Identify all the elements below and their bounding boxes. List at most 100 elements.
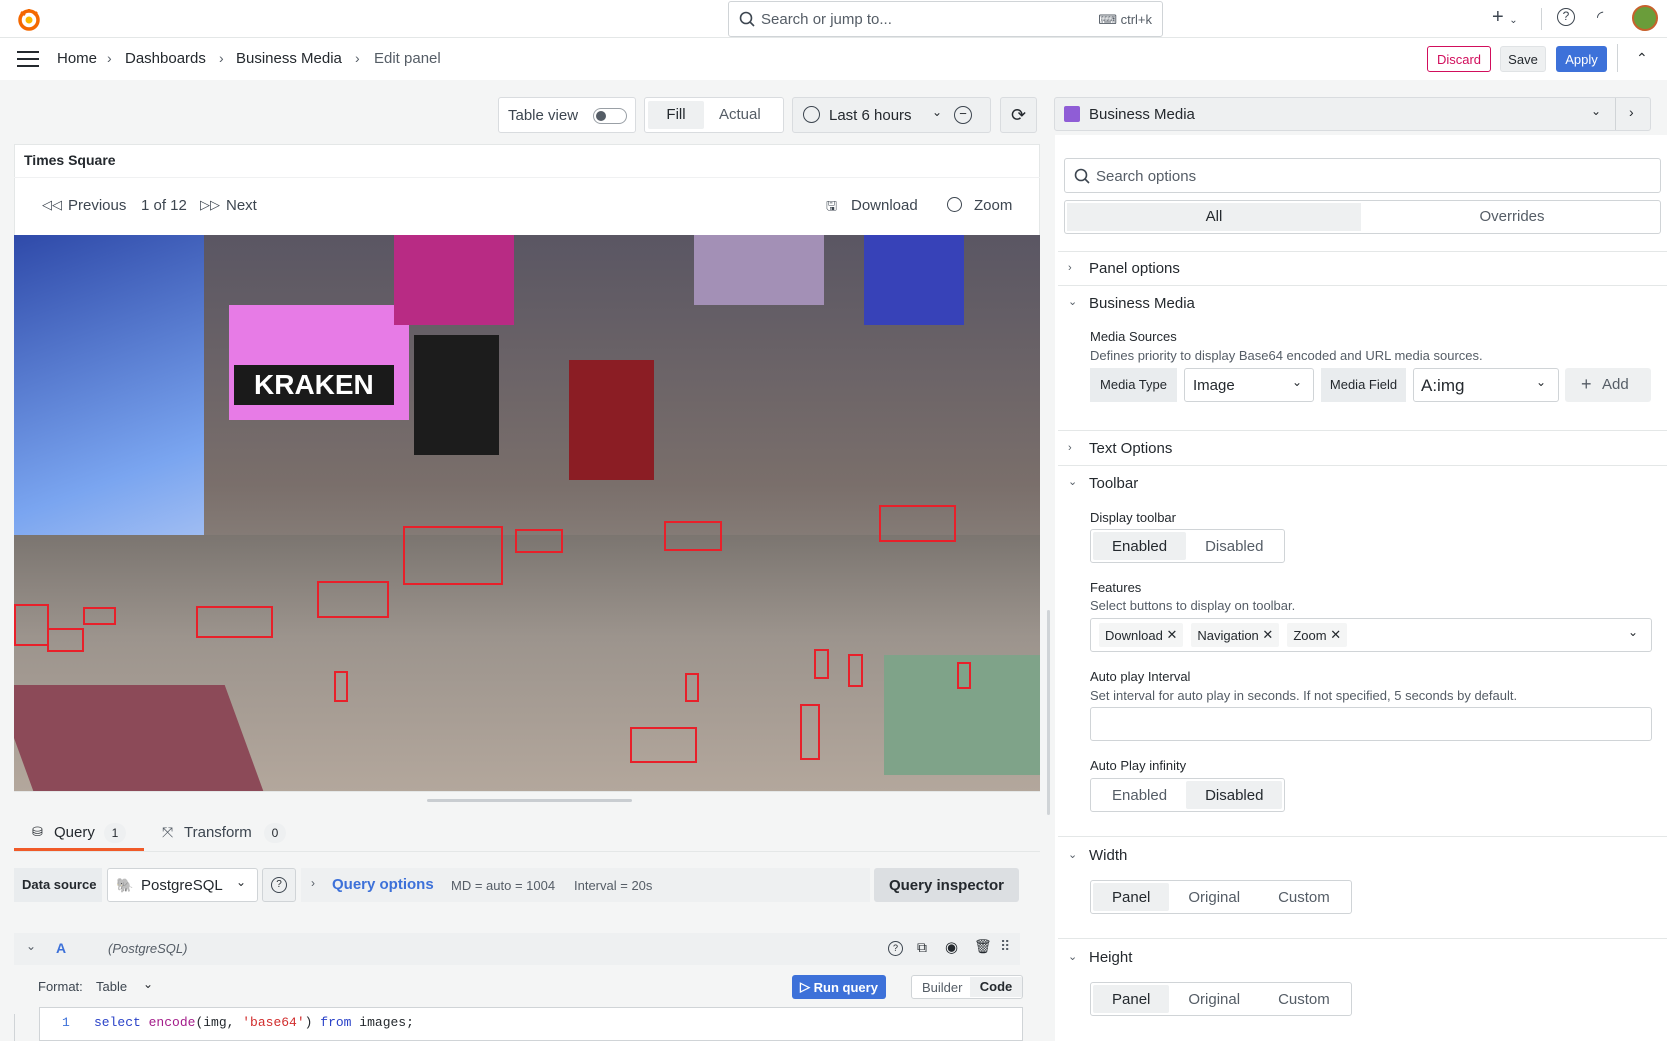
all-option[interactable]: All: [1067, 203, 1361, 231]
chevron-down-icon: ⌄: [1068, 849, 1078, 861]
width-panel[interactable]: Panel: [1093, 883, 1170, 911]
chevron-right-icon: ›: [1068, 442, 1072, 454]
breadcrumb-business-media[interactable]: Business Media: [236, 50, 342, 67]
eye-icon[interactable]: ◉: [945, 938, 958, 956]
remove-icon[interactable]: ✕: [1262, 627, 1273, 643]
discard-button[interactable]: Discard: [1427, 46, 1491, 72]
auto-play-interval-input[interactable]: [1090, 707, 1652, 741]
trash-icon[interactable]: 🗑: [974, 938, 992, 955]
resize-handle[interactable]: [427, 799, 632, 802]
display-toolbar-label: Display toolbar: [1090, 510, 1176, 525]
section-panel-options[interactable]: Panel options: [1089, 260, 1180, 277]
overrides-option[interactable]: Overrides: [1365, 203, 1659, 231]
tab-query[interactable]: ⛁ Query 1: [14, 815, 144, 851]
height-custom[interactable]: Custom: [1259, 985, 1349, 1013]
section-toolbar[interactable]: Toolbar: [1089, 475, 1138, 492]
run-query-button[interactable]: ▷ Run query: [792, 975, 886, 999]
code-option[interactable]: Code: [970, 977, 1022, 997]
add-label: Add: [1602, 376, 1629, 393]
detection-box: [317, 581, 389, 618]
remove-icon[interactable]: ✕: [1330, 627, 1341, 643]
auto-play-infinity-disabled[interactable]: Disabled: [1186, 781, 1283, 809]
sql-code: select encode(img, 'base64') from images…: [94, 1015, 414, 1030]
height-original[interactable]: Original: [1169, 985, 1259, 1013]
time-range-picker[interactable]: Last 6 hours ⌄ −: [792, 97, 991, 133]
add-new-icon[interactable]: + ⌄: [1492, 6, 1518, 29]
chevron-right-icon: ›: [1068, 262, 1072, 274]
section-text-options[interactable]: Text Options: [1089, 440, 1172, 457]
data-source-label: Data source: [14, 868, 102, 902]
code-editor[interactable]: 1 select encode(img, 'base64') from imag…: [39, 1007, 1023, 1041]
data-source-picker[interactable]: 🐘 PostgreSQL ⌄: [107, 868, 258, 902]
refresh-icon[interactable]: ⟳: [1000, 97, 1037, 133]
global-search-input[interactable]: Search or jump to... ⌨ ctrl+k: [728, 1, 1163, 37]
query-options-bar[interactable]: › Query options MD = auto = 1004 Interva…: [301, 868, 870, 902]
vertical-resize-handle[interactable]: [1047, 610, 1050, 815]
actual-option[interactable]: Actual: [719, 101, 761, 129]
avatar[interactable]: [1632, 5, 1658, 31]
shortcut-hint: ⌨ ctrl+k: [1098, 12, 1152, 27]
width-original[interactable]: Original: [1169, 883, 1259, 911]
table-view-toggle[interactable]: Table view: [498, 97, 636, 133]
tab-transform[interactable]: ⤧ Transform 0: [158, 815, 298, 851]
remove-icon[interactable]: ✕: [1166, 627, 1177, 643]
query-letter[interactable]: A: [56, 940, 66, 956]
detection-box: [14, 604, 49, 646]
zoom-button[interactable]: Zoom: [974, 197, 1012, 214]
toggle-switch[interactable]: [593, 108, 627, 124]
help-icon[interactable]: ?: [888, 941, 903, 956]
help-button[interactable]: ?: [262, 868, 296, 902]
duplicate-icon[interactable]: ⧉: [917, 939, 927, 956]
billboard-kraken: KRAKEN: [234, 365, 394, 405]
section-height[interactable]: Height: [1089, 949, 1132, 966]
fill-option[interactable]: Fill: [648, 101, 704, 129]
breadcrumb-sep-icon: ›: [219, 50, 224, 66]
features-desc: Select buttons to display on toolbar.: [1090, 598, 1296, 613]
detection-box: [800, 704, 820, 760]
download-icon: 🖫: [826, 198, 838, 213]
media-image[interactable]: KRAKEN: [14, 235, 1040, 791]
tab-query-count: 1: [104, 823, 126, 843]
drag-handle-icon[interactable]: ⠿: [1000, 938, 1010, 955]
breadcrumb-home[interactable]: Home: [57, 50, 97, 67]
help-icon[interactable]: ?: [1557, 8, 1575, 26]
section-business-media[interactable]: Business Media: [1089, 295, 1195, 312]
grafana-logo-icon[interactable]: [16, 6, 42, 32]
detection-box: [848, 654, 863, 687]
news-feed-icon[interactable]: ◜: [1597, 7, 1603, 27]
billboard-red: [569, 360, 654, 480]
width-radio: Panel Original Custom: [1090, 880, 1352, 914]
red-steps: [14, 685, 264, 791]
auto-play-label: Auto play Interval: [1090, 669, 1191, 684]
chevron-right-icon[interactable]: ›: [1629, 104, 1634, 120]
features-multiselect[interactable]: Download ✕ Navigation ✕ Zoom ✕ ⌄: [1090, 618, 1652, 652]
apply-button[interactable]: Apply: [1556, 46, 1607, 72]
collapse-up-icon[interactable]: ⌃: [1636, 50, 1648, 67]
height-panel[interactable]: Panel: [1093, 985, 1170, 1013]
next-button[interactable]: Next: [226, 197, 257, 214]
visualization-picker[interactable]: Business Media ⌄ ›: [1054, 97, 1651, 131]
format-select[interactable]: Table: [96, 979, 127, 994]
query-inspector-button[interactable]: Query inspector: [874, 868, 1019, 902]
zoom-out-icon[interactable]: −: [954, 106, 972, 124]
collapse-icon[interactable]: ⌄: [26, 939, 36, 953]
download-button[interactable]: Download: [851, 197, 918, 214]
width-custom[interactable]: Custom: [1259, 883, 1349, 911]
previous-button[interactable]: Previous: [68, 197, 126, 214]
display-toolbar-enabled[interactable]: Enabled: [1093, 532, 1187, 560]
detection-box: [879, 505, 956, 542]
query-options-toggle[interactable]: Query options: [332, 876, 434, 893]
media-type-select[interactable]: Image ⌄: [1184, 368, 1314, 402]
add-media-button[interactable]: + Add: [1565, 368, 1651, 402]
save-button[interactable]: Save: [1500, 46, 1546, 72]
section-width[interactable]: Width: [1089, 847, 1127, 864]
search-options-input[interactable]: Search options: [1064, 158, 1661, 193]
run-query-label: Run query: [813, 979, 878, 995]
media-field-select[interactable]: A:img ⌄: [1413, 368, 1559, 402]
detection-box: [196, 606, 273, 638]
breadcrumb-dashboards[interactable]: Dashboards: [125, 50, 206, 67]
auto-play-infinity-enabled[interactable]: Enabled: [1093, 781, 1186, 809]
builder-option[interactable]: Builder: [922, 980, 962, 995]
display-toolbar-disabled[interactable]: Disabled: [1186, 532, 1282, 560]
menu-icon[interactable]: [17, 51, 39, 67]
